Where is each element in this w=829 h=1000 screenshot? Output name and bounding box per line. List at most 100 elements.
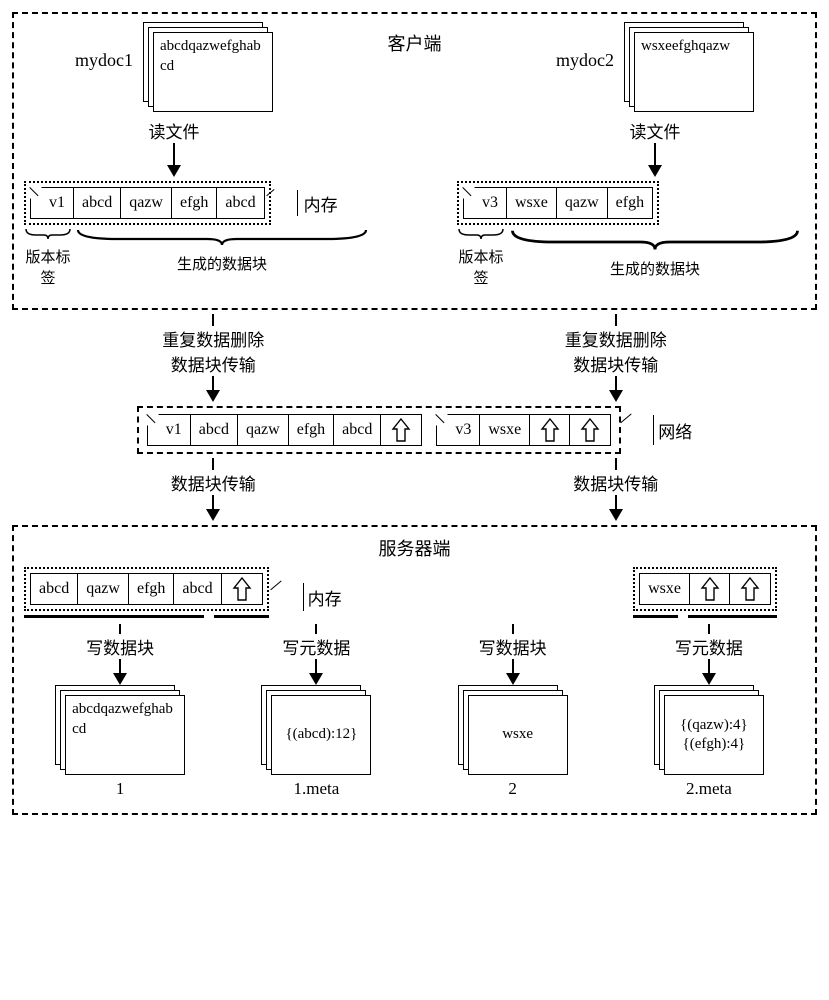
- netr-tag: v3: [437, 415, 480, 445]
- srv-right: wsxe: [633, 567, 777, 618]
- mem2-col: v3 wsxe qazw efgh 版本标签 生成的数据块: [457, 181, 805, 288]
- srv-mem-right-box: wsxe: [633, 567, 777, 611]
- network-callout: 网络: [627, 415, 692, 445]
- srv-mem-right: wsxe: [639, 573, 771, 605]
- out2-lbl: 写元数据: [282, 634, 350, 659]
- out2-content: {(abcd):12}: [271, 695, 371, 775]
- mem1-b1: qazw: [121, 188, 172, 218]
- up-arrow-icon: [540, 417, 560, 443]
- mem1-memlabel: 内存: [304, 191, 338, 216]
- mem1-dotbox: v1 abcd qazw efgh abcd: [24, 181, 271, 225]
- out4-content: {(qazw):4} {(efgh):4}: [664, 695, 764, 775]
- out3-name: 2: [508, 779, 517, 799]
- mem1-row: v1 abcd qazw efgh abcd: [30, 187, 265, 219]
- out3-content: wsxe: [468, 695, 568, 775]
- network-label: 网络: [658, 418, 692, 443]
- xfer2: 数据块传输: [573, 470, 658, 495]
- out1-content: abcdqazwefghabcd: [65, 695, 185, 775]
- out4-lbl: 写元数据: [675, 634, 743, 659]
- net-left: v1 abcd qazw efgh abcd: [147, 414, 423, 446]
- mem2-b0: wsxe: [507, 188, 557, 218]
- sml-b1: qazw: [78, 574, 129, 604]
- srv-mem-left-box: abcd qazw efgh abcd: [24, 567, 269, 611]
- mem1-b3: abcd: [217, 188, 263, 218]
- up-arrow-icon: [232, 576, 252, 602]
- doc2-name: mydoc2: [556, 50, 614, 71]
- mem1-callout: 内存: [273, 181, 338, 225]
- out3-stack: wsxe: [458, 685, 568, 775]
- doc1-content: abcdqazwefghabcd: [153, 32, 273, 112]
- doc1-name: mydoc1: [75, 50, 133, 71]
- mem2-b2: efgh: [608, 188, 652, 218]
- client-title: 客户端: [388, 30, 442, 56]
- mem2-tag: v3: [464, 188, 507, 218]
- dedup1-l2: 数据块传输: [171, 351, 256, 376]
- netl-b2: efgh: [289, 415, 334, 445]
- xfer1: 数据块传输: [171, 470, 256, 495]
- dedup1-l1: 重复数据删除: [162, 326, 264, 351]
- mid-dedup-row: 重复数据删除 数据块传输 重复数据删除 数据块传输: [12, 314, 817, 402]
- net-right: v3 wsxe: [436, 414, 611, 446]
- read-file-2: 读文件: [630, 118, 681, 143]
- netr-ph1: [570, 415, 610, 445]
- mem1-genlabel: 生成的数据块: [72, 253, 372, 274]
- srv-mem-left: abcd qazw efgh abcd: [30, 573, 263, 605]
- smr-ph1: [730, 574, 770, 604]
- out1-stack: abcdqazwefghabcd: [55, 685, 185, 775]
- out1-name: 1: [116, 779, 125, 799]
- doc2-stack: wsxeefghqazw: [624, 22, 754, 112]
- mem2-b1: qazw: [557, 188, 608, 218]
- out4-name: 2.meta: [686, 779, 732, 799]
- brace-icon: [24, 227, 72, 241]
- out4-l1: {(efgh):4}: [683, 735, 746, 755]
- up-arrow-icon: [740, 576, 760, 602]
- out1-lbl: 写数据块: [86, 634, 154, 659]
- smr-ph0: [690, 574, 730, 604]
- out2-name: 1.meta: [293, 779, 339, 799]
- mem1-b0: abcd: [74, 188, 121, 218]
- up-arrow-icon: [391, 417, 411, 443]
- dedup2-l2: 数据块传输: [573, 351, 658, 376]
- netl-tag: v1: [148, 415, 191, 445]
- mem2-dotbox: v3 wsxe qazw efgh: [457, 181, 659, 225]
- netr-b0: wsxe: [480, 415, 530, 445]
- client-title-col: 客户端: [324, 22, 505, 56]
- mem2-verlabel: 版本标签: [457, 246, 505, 288]
- srv-outputs: 写数据块 abcdqazwefghabcd 1 写元数据 {(abcd):12}…: [24, 624, 805, 799]
- brace-icon: [72, 227, 372, 248]
- mem1-tag: v1: [31, 188, 74, 218]
- up-arrow-icon: [580, 417, 600, 443]
- netl-b1: qazw: [238, 415, 289, 445]
- mem1-col: v1 abcd qazw efgh abcd 内存 版本标签: [24, 181, 372, 288]
- server-title: 服务器端: [24, 535, 805, 561]
- dedup2-l1: 重复数据删除: [565, 326, 667, 351]
- out2-stack: {(abcd):12}: [261, 685, 371, 775]
- sml-b3: abcd: [174, 574, 221, 604]
- netr-ph0: [530, 415, 570, 445]
- sml-b2: efgh: [129, 574, 174, 604]
- srv-mem-callout: 内存: [277, 583, 342, 611]
- sml-b0: abcd: [31, 574, 78, 604]
- up-arrow-icon: [700, 576, 720, 602]
- network-box: v1 abcd qazw efgh abcd v3 wsxe: [137, 406, 622, 454]
- doc2-content: wsxeefghqazw: [634, 32, 754, 112]
- read-file-1: 读文件: [149, 118, 200, 143]
- mem2-genlabel: 生成的数据块: [505, 258, 805, 279]
- network-row: v1 abcd qazw efgh abcd v3 wsxe 网络: [12, 406, 817, 454]
- srv-left: abcd qazw efgh abcd: [24, 567, 269, 618]
- mid-transfer-row: 数据块传输 数据块传输: [12, 458, 817, 521]
- netl-b3: abcd: [334, 415, 381, 445]
- netl-ph0: [381, 415, 421, 445]
- mem1-verlabel: 版本标签: [24, 246, 72, 288]
- smr-b0: wsxe: [640, 574, 690, 604]
- server-panel: 服务器端 abcd qazw efgh abcd 内: [12, 525, 817, 815]
- client-right-col: mydoc2 wsxeefghqazw 读文件: [505, 22, 805, 177]
- out3-lbl: 写数据块: [479, 634, 547, 659]
- netl-b0: abcd: [191, 415, 238, 445]
- brace-icon: [505, 227, 805, 253]
- mem1-b2: efgh: [172, 188, 217, 218]
- mem2-row: v3 wsxe qazw efgh: [463, 187, 653, 219]
- sml-ph0: [222, 574, 262, 604]
- doc1-stack: abcdqazwefghabcd: [143, 22, 273, 112]
- out4-stack: {(qazw):4} {(efgh):4}: [654, 685, 764, 775]
